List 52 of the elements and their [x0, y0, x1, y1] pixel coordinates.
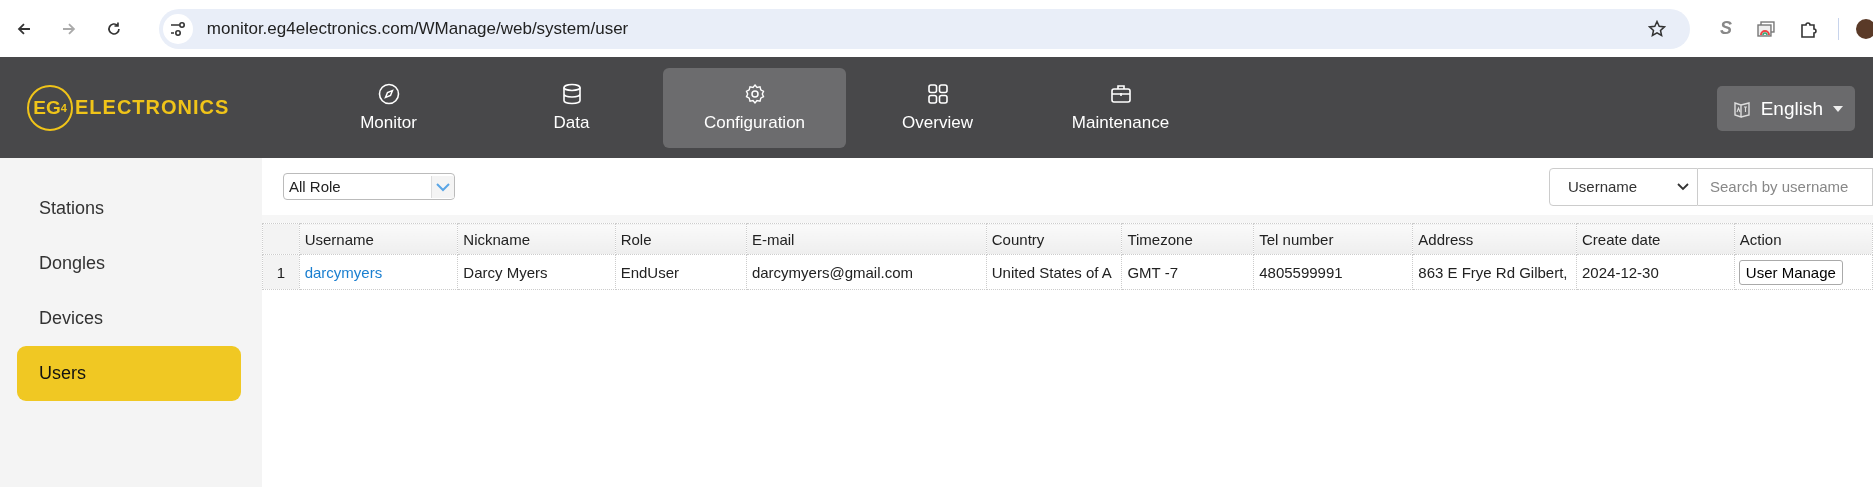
chevron-icon	[431, 175, 454, 198]
column-header: Nickname	[457, 223, 616, 255]
table-cell: 863 E Frye Rd Gilbert,	[1412, 254, 1577, 290]
logo-text: ELECTRONICS	[75, 96, 230, 119]
url-text: monitor.eg4electronics.com/WManage/web/system/user	[206, 18, 630, 39]
grid-icon	[926, 82, 949, 105]
table-cell: GMT -7	[1121, 254, 1254, 290]
search-input[interactable]: Search by username	[1698, 167, 1873, 206]
table-cell: United States of A	[986, 254, 1122, 290]
extension-icon[interactable]: S	[1720, 18, 1733, 39]
language-dropdown[interactable]: English	[1716, 86, 1855, 131]
cast-icon[interactable]	[1757, 20, 1776, 37]
sidebar-item[interactable]: Dongles	[17, 236, 241, 291]
column-header: Address	[1412, 223, 1577, 255]
briefcase-icon	[1109, 82, 1132, 105]
sidebar-item[interactable]: Stations	[17, 181, 241, 236]
column-header: Role	[615, 223, 747, 255]
star-icon[interactable]	[1648, 19, 1667, 38]
nav-tab[interactable]: Maintenance	[1029, 67, 1212, 148]
avatar-icon[interactable]	[1855, 17, 1873, 40]
database-icon	[560, 82, 583, 105]
column-header: Username	[299, 223, 458, 255]
column-header: Action	[1734, 223, 1873, 255]
compass-icon	[377, 82, 400, 105]
reload-icon[interactable]	[105, 20, 122, 37]
search-field-select[interactable]: Username	[1549, 167, 1698, 206]
address-bar[interactable]: monitor.eg4electronics.com/WManage/web/system/user	[158, 8, 1691, 49]
user-manage-button[interactable]: User Manage	[1738, 259, 1843, 285]
column-header: Tel number	[1253, 223, 1413, 255]
role-select[interactable]: All Role	[283, 173, 455, 200]
nav-tab[interactable]: Monitor	[297, 67, 480, 148]
table-cell: 4805599991	[1253, 254, 1413, 290]
table-cell: EndUser	[615, 254, 747, 290]
table-cell: darcymyers@gmail.com	[746, 254, 987, 290]
nav-tab[interactable]: Configuration	[663, 67, 846, 148]
settings-icon	[743, 82, 766, 105]
column-header: E-mail	[746, 223, 987, 255]
sidebar-item[interactable]: Devices	[17, 291, 241, 346]
table-cell: 2024-12-30	[1576, 254, 1735, 290]
row-number: 1	[262, 254, 300, 290]
table-cell: Darcy Myers	[457, 254, 616, 290]
caret-icon	[1833, 105, 1843, 112]
column-header: Country	[986, 223, 1122, 255]
sidebar-item[interactable]: Users	[17, 346, 241, 401]
chevron-icon	[1677, 182, 1689, 191]
column-header: Create date	[1576, 223, 1735, 255]
puzzle-icon[interactable]	[1800, 19, 1818, 38]
nav-tab[interactable]: Overview	[846, 67, 1029, 148]
translate-icon	[1732, 99, 1751, 118]
nav-tab[interactable]: Data	[480, 67, 663, 148]
site-settings-icon[interactable]	[162, 13, 193, 44]
column-header: Timezone	[1121, 223, 1254, 255]
